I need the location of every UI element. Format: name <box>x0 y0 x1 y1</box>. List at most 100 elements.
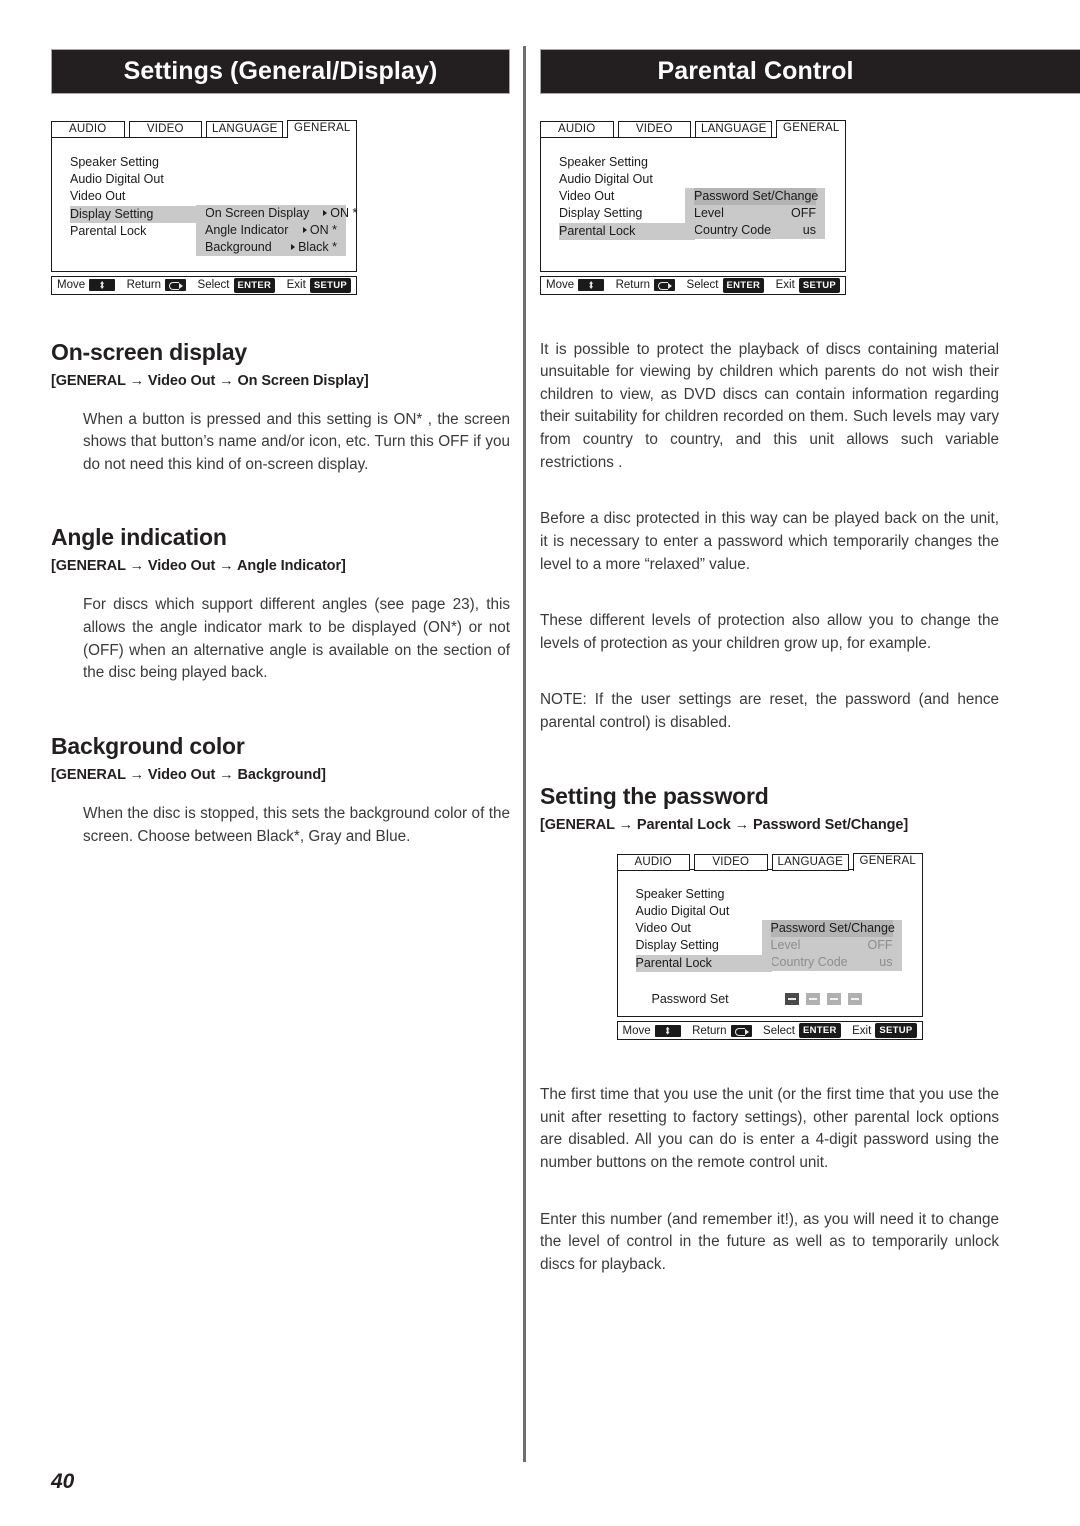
section-title-background-color: Background color <box>51 732 245 759</box>
caret-right-icon <box>323 210 328 216</box>
password-digit-2[interactable] <box>805 993 820 1006</box>
osd-menu-item-video-out[interactable]: Video Out <box>70 188 356 205</box>
osd-tab-video[interactable]: VIDEO <box>694 853 768 871</box>
osd-submenu-value: ON * <box>309 205 357 222</box>
parental-intro-paragraph-3: These different levels of protection als… <box>540 612 999 652</box>
osd-panel: Speaker Setting Audio Digital Out Video … <box>540 136 846 272</box>
left-section-header: Settings (General/Display) <box>51 49 510 94</box>
osd-menu-item-speaker-setting[interactable]: Speaker Setting <box>636 886 922 903</box>
osd-footer-exit[interactable]: Exit SETUP <box>776 277 840 293</box>
osd-footer-select-label: Select <box>686 279 719 291</box>
section-title-setting-the-password: Setting the password <box>540 782 769 809</box>
osd-submenu-row-country-code[interactable]: Country Code us <box>694 222 816 239</box>
osd-menu-item-parental-lock[interactable]: Parental Lock <box>559 222 695 240</box>
osd-footer-return[interactable]: Return <box>616 279 676 291</box>
osd-footer-select[interactable]: Select ENTER <box>686 277 765 293</box>
osd-submenu-row-background[interactable]: Background Black * <box>205 239 337 256</box>
osd-menu-item-display-setting[interactable]: Display Setting <box>70 205 206 223</box>
password-digit-4[interactable] <box>847 993 862 1006</box>
osd-tab-video[interactable]: VIDEO <box>128 121 202 138</box>
osd-tab-language[interactable]: LANGUAGE <box>695 121 773 138</box>
osd-footer-move[interactable]: Move <box>546 279 605 291</box>
password-set-label: Password Set <box>651 992 729 1007</box>
osd-tab-audio[interactable]: AUDIO <box>51 121 125 138</box>
osd-footer-select-label: Select <box>763 1024 795 1037</box>
osd-tab-general[interactable]: GENERAL <box>852 852 923 871</box>
manual-page: Settings (General/Display) Parental Cont… <box>0 0 1080 1526</box>
osd-tab-language[interactable]: LANGUAGE <box>771 853 849 871</box>
password-digit-3[interactable] <box>826 993 841 1006</box>
osd-submenu-value: us <box>802 222 816 237</box>
osd-menu-item-video-out[interactable]: Video Out <box>636 920 922 937</box>
parental-intro-paragraph-2: Before a disc protected in this way can … <box>540 510 999 573</box>
osd-footer-select[interactable]: Select ENTER <box>197 277 276 293</box>
password-digit-1[interactable] <box>784 993 799 1006</box>
osd-tab-audio[interactable]: AUDIO <box>616 853 690 871</box>
osd-tab-general[interactable]: GENERAL <box>776 120 846 138</box>
osd-footer-select[interactable]: Select ENTER <box>763 1023 841 1039</box>
osd-screenshot-display-setting: AUDIO VIDEO LANGUAGE GENERAL Speaker Set… <box>51 120 357 295</box>
osd-menu-item-audio-digital-out[interactable]: Audio Digital Out <box>636 903 922 920</box>
password-outro-paragraph-1: The first time that you use the unit (or… <box>540 1086 999 1171</box>
right-section-header: Parental Control <box>540 49 1080 94</box>
osd-footer-bar: Move Return Select ENTER Exit SETUP <box>540 275 846 295</box>
osd-menu-item-parental-lock[interactable]: Parental Lock <box>635 955 772 973</box>
osd-submenu-label: Country Code <box>770 955 848 970</box>
enter-key-icon: ENTER <box>799 1023 841 1039</box>
osd-menu-item-speaker-setting[interactable]: Speaker Setting <box>559 154 845 171</box>
enter-key-icon: ENTER <box>233 277 276 293</box>
enter-key-icon: ENTER <box>722 277 765 293</box>
osd-menu-item-audio-digital-out[interactable]: Audio Digital Out <box>70 171 356 188</box>
osd-tab-general[interactable]: GENERAL <box>287 120 357 138</box>
osd-footer-exit-label: Exit <box>852 1024 872 1037</box>
osd-submenu-row-on-screen-display[interactable]: On Screen Display ON * <box>205 205 357 222</box>
osd-footer-exit[interactable]: Exit SETUP <box>852 1023 917 1039</box>
setup-key-icon: SETUP <box>798 277 840 293</box>
osd-footer-exit[interactable]: Exit SETUP <box>287 277 351 293</box>
osd-menu-item-audio-digital-out[interactable]: Audio Digital Out <box>559 171 845 188</box>
return-arrow-icon <box>654 279 676 291</box>
section-body-background-color: When the disc is stopped, this sets the … <box>83 804 510 845</box>
osd-menu-list: Speaker Setting Audio Digital Out Video … <box>618 886 922 973</box>
osd-footer-return[interactable]: Return <box>692 1024 752 1037</box>
osd-submenu-value: Black * <box>277 239 337 256</box>
osd-footer-select-label: Select <box>197 279 230 291</box>
osd-tab-audio[interactable]: AUDIO <box>540 121 614 138</box>
section-path-background-color: [GENERAL → Video Out → Background] <box>51 766 326 783</box>
return-arrow-icon <box>730 1024 752 1037</box>
osd-footer-return[interactable]: Return <box>127 279 187 291</box>
osd-menu-item-display-setting[interactable]: Display Setting <box>636 937 922 954</box>
caret-right-icon <box>291 244 296 250</box>
section-title-angle-indication: Angle indication <box>51 524 227 551</box>
osd-tab-row: AUDIO VIDEO LANGUAGE GENERAL <box>540 120 846 138</box>
osd-panel: Speaker Setting Audio Digital Out Video … <box>51 136 357 272</box>
left-column: AUDIO VIDEO LANGUAGE GENERAL Speaker Set… <box>51 120 510 848</box>
osd-tab-video[interactable]: VIDEO <box>617 121 691 138</box>
osd-menu-item-parental-lock[interactable]: Parental Lock <box>70 223 356 240</box>
password-outro-paragraph-2: Enter this number (and remember it!), as… <box>540 1210 999 1273</box>
osd-footer-move[interactable]: Move <box>57 279 116 291</box>
dpad-icon <box>89 279 116 291</box>
osd-menu-item-speaker-setting[interactable]: Speaker Setting <box>70 154 356 171</box>
osd-tab-language[interactable]: LANGUAGE <box>206 121 284 138</box>
section-body-angle-indication: For discs which support different angles… <box>83 596 510 682</box>
left-section-header-title: Settings (General/Display) <box>123 57 438 85</box>
osd-tab-row: AUDIO VIDEO LANGUAGE GENERAL <box>616 852 923 871</box>
osd-submenu-label: On Screen Display <box>205 205 310 220</box>
password-digit-group[interactable] <box>784 993 862 1006</box>
dpad-icon <box>654 1024 681 1037</box>
section-path-on-screen-display: [GENERAL → Video Out → On Screen Display… <box>51 372 369 389</box>
osd-screenshot-parental-lock: AUDIO VIDEO LANGUAGE GENERAL Speaker Set… <box>540 120 846 295</box>
osd-menu-item-display-setting[interactable]: Display Setting <box>559 205 845 222</box>
section-title-on-screen-display: On-screen display <box>51 338 248 365</box>
osd-tab-row: AUDIO VIDEO LANGUAGE GENERAL <box>51 120 357 138</box>
osd-footer-bar: Move Return Select ENTER Exit SETUP <box>51 275 357 295</box>
osd-menu-item-video-out[interactable]: Video Out <box>559 188 845 205</box>
osd-footer-move[interactable]: Move <box>623 1024 681 1037</box>
